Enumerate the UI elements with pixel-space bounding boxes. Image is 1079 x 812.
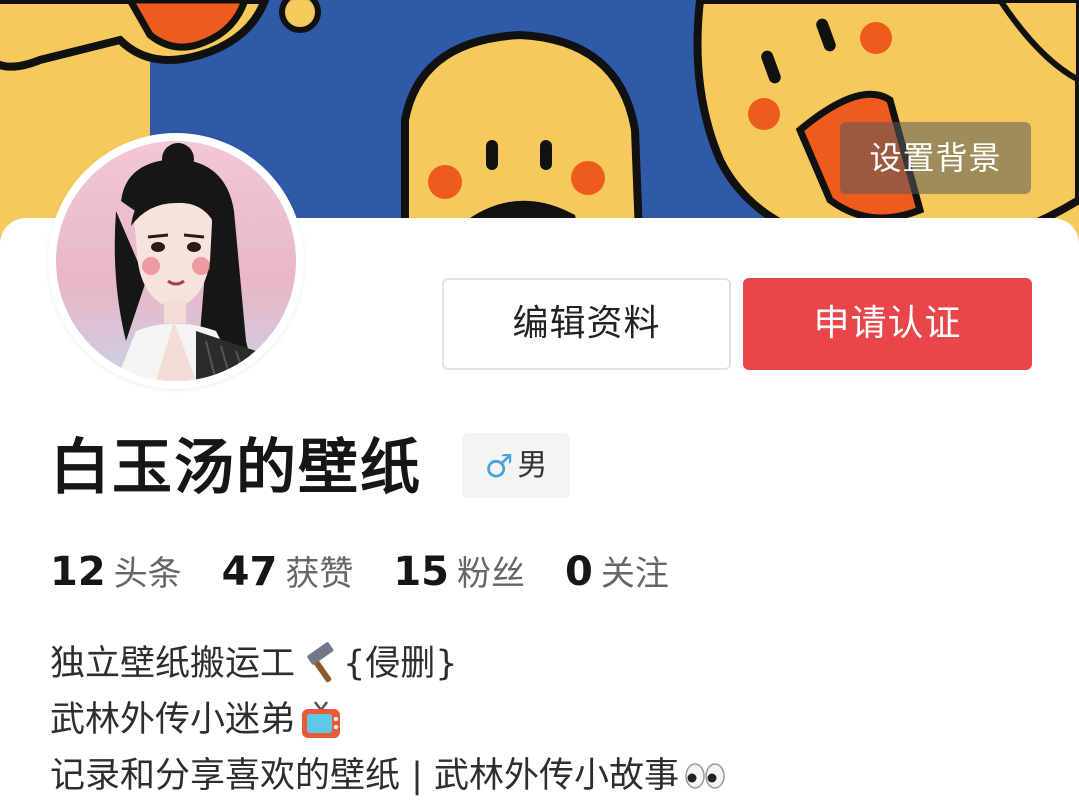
profile-name: 白玉汤的壁纸 — [50, 433, 422, 503]
bio-text: 独立壁纸搬运工 — [50, 644, 296, 684]
bio-text: 武林外传小迷弟 — [50, 700, 296, 740]
apply-verification-button[interactable]: 申请认证 — [743, 278, 1032, 370]
stat-articles[interactable]: 12 头条 — [50, 546, 182, 595]
stat-following[interactable]: 0 关注 — [565, 546, 669, 595]
stat-value: 12 — [50, 549, 106, 595]
eyes-icon — [683, 754, 727, 798]
bio-line: 记录和分享喜欢的壁纸 | 武林外传小故事 — [50, 748, 1040, 804]
stat-label: 头条 — [113, 554, 182, 594]
stat-value: 47 — [221, 549, 278, 595]
stat-label: 粉丝 — [457, 554, 526, 594]
avatar-image — [56, 141, 296, 381]
stat-followers[interactable]: 15 粉丝 — [393, 546, 525, 595]
edit-profile-button[interactable]: 编辑资料 — [442, 278, 731, 370]
gender-label: 男 — [517, 447, 548, 483]
stat-label: 关注 — [600, 554, 669, 594]
stat-value: 15 — [393, 549, 450, 595]
hammer-icon — [299, 642, 343, 686]
profile-bio: 独立壁纸搬运工 {侵删} 武林外传小迷弟 记录和分享喜欢的壁纸 | 武林外传小故… — [50, 636, 1040, 804]
stats-row: 12 头条 47 获赞 15 粉丝 0 关注 — [50, 546, 709, 598]
male-icon: ♂ — [484, 446, 514, 485]
stat-label: 获赞 — [285, 554, 354, 594]
gender-badge: ♂ 男 — [462, 433, 570, 498]
tv-icon — [299, 698, 343, 742]
bio-line: 独立壁纸搬运工 {侵删} — [50, 636, 1040, 692]
stat-value: 0 — [565, 549, 593, 595]
bio-text-suffix: {侵删} — [343, 644, 458, 684]
avatar[interactable] — [48, 133, 304, 389]
stat-likes[interactable]: 47 获赞 — [222, 546, 354, 595]
bio-text: 记录和分享喜欢的壁纸 | 武林外传小故事 — [50, 756, 680, 796]
bio-line: 武林外传小迷弟 — [50, 692, 1040, 748]
set-background-button[interactable]: 设置背景 — [840, 122, 1031, 194]
